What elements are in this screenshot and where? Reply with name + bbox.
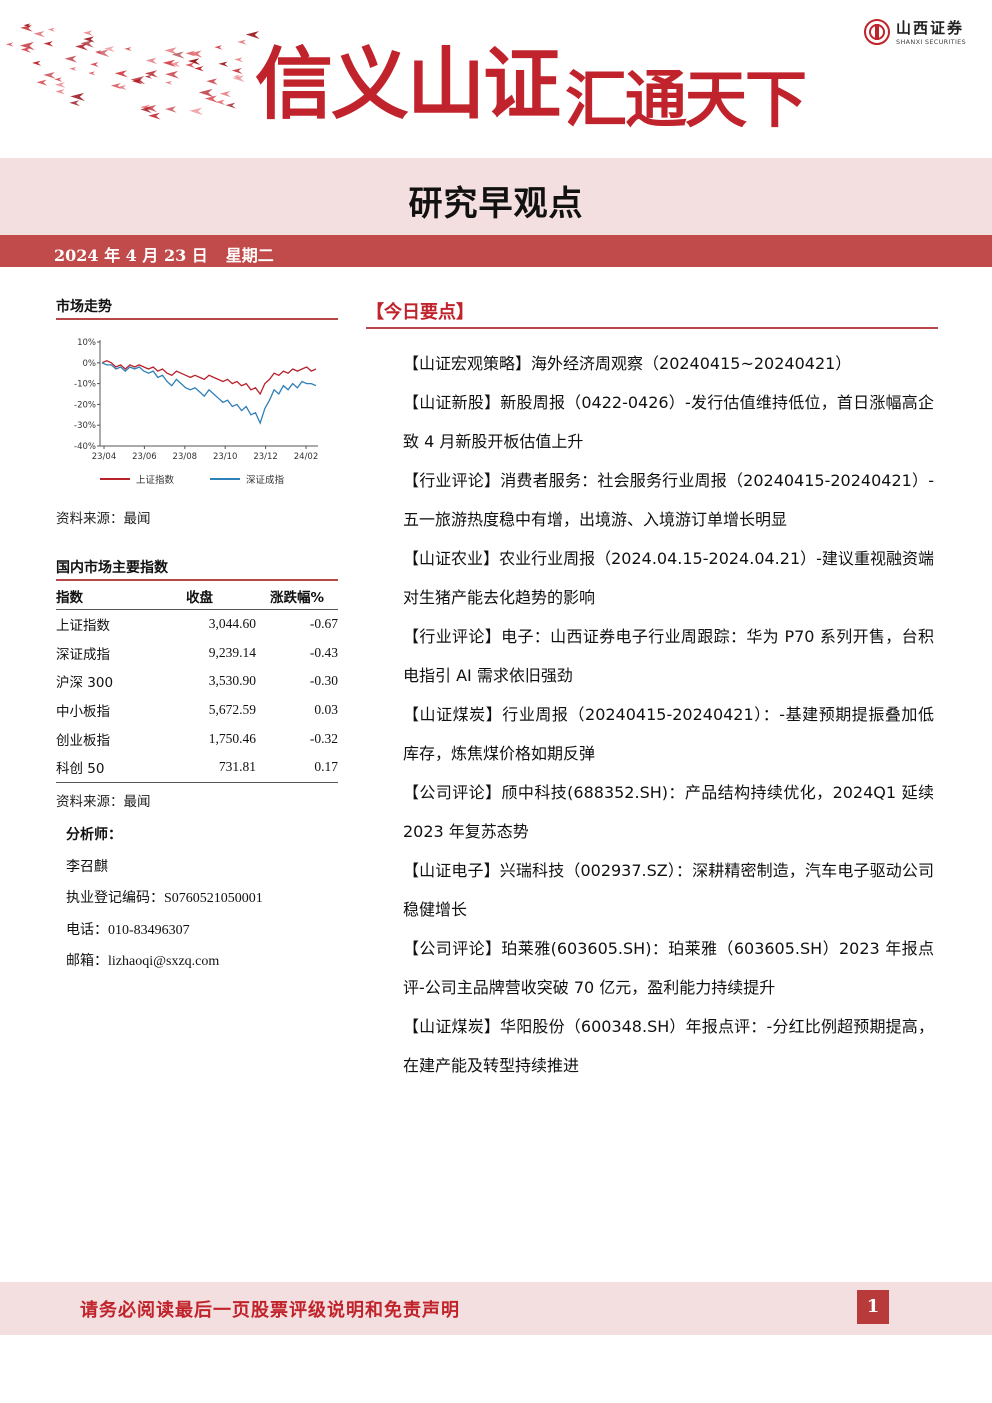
y-tick-label: 0% (83, 359, 97, 369)
page-title: 研究早观点 (408, 184, 584, 224)
table-row: 创业板指 1,750.46 -0.32 (56, 724, 338, 753)
index-close: 5,672.59 (208, 702, 256, 718)
x-tick-label: 24/02 (294, 452, 319, 462)
market-trend-chart: 10% 0% -10% -20% -30% -40%23/04 23/06 23/08 23/1… (74, 338, 319, 486)
index-close: 731.81 (218, 759, 256, 775)
table-row: 沪深 300 3,530.90 -0.30 (56, 667, 338, 696)
index-name: 深证成指 (56, 646, 110, 663)
news-item[interactable]: 【山证煤炭】华阳股份（600348.SH）年报点评：-分红比例超预期提高，在建产… (403, 1007, 934, 1085)
disclaimer-notice: 请务必阅读最后一页股票评级说明和免责声明 (80, 1300, 460, 1321)
email-link[interactable]: lizhaoqi@sxzq.com (108, 954, 219, 969)
news-item[interactable]: 【山证农业】农业行业周报（2024.04.15-2024.04.21）-建议重视… (403, 539, 934, 617)
slogan-part2: 汇通天下 (565, 63, 807, 136)
news-tag: 【山证电子】 (403, 861, 500, 880)
divider (56, 579, 338, 581)
logo-name: 山西证券 (896, 19, 965, 37)
table-row: 深证成指 9,239.14 -0.43 (56, 639, 338, 668)
index-name: 上证指数 (56, 618, 110, 635)
company-logo: 山西证券 SHANXI SECURITIES (864, 17, 966, 46)
index-change: 0.17 (314, 759, 338, 775)
y-tick-label: -20% (74, 400, 96, 410)
news-item[interactable]: 【公司评论】颀中科技(688352.SH)：产品结构持续优化，2024Q1 延续… (403, 773, 934, 851)
x-tick-label: 23/10 (213, 452, 238, 462)
bird-flock (5, 23, 260, 120)
y-tick-label: -30% (74, 421, 96, 431)
analyst-info: 分析师： 李召麒 执业登记编码：S0760521050001 电话：010-83… (66, 820, 263, 978)
table-row: 上证指数 3,044.60 -0.67 (56, 610, 338, 639)
index-name: 沪深 300 (56, 675, 114, 692)
news-text: 海外经济周观察（20240415~20240421） (531, 354, 852, 373)
indices-heading: 国内市场主要指数 (56, 560, 168, 576)
slogan: 信义山证汇通天下 (255, 22, 807, 136)
chart-source: 资料来源：最闻 (56, 511, 151, 527)
news-tag: 【山证煤炭】 (403, 1017, 501, 1036)
table-source: 资料来源：最闻 (56, 794, 151, 810)
news-tag: 【公司评论】 (403, 939, 502, 958)
index-change: -0.32 (309, 730, 338, 746)
y-tick-label: -10% (74, 380, 96, 390)
analyst-heading: 分析师： (66, 827, 122, 843)
market-trend-heading: 市场走势 (56, 299, 112, 315)
indices-table: 指数 收盘 涨跌幅% 上证指数 3,044.60 -0.67 深证成指 9,23… (56, 583, 338, 783)
today-highlights-heading: 【今日要点】 (366, 302, 474, 323)
phone-value: 010-83496307 (108, 922, 190, 938)
column-header-index: 指数 (56, 590, 83, 606)
flying-birds-decoration (5, 23, 260, 120)
x-tick-label: 23/08 (173, 452, 198, 462)
news-tag: 【山证煤炭】 (403, 705, 503, 724)
index-name: 科创 50 (56, 761, 105, 778)
table-row: 中小板指 5,672.59 0.03 (56, 696, 338, 725)
index-change: -0.67 (309, 616, 338, 632)
column-header-change: 涨跌幅% (270, 590, 325, 606)
news-item[interactable]: 【公司评论】珀莱雅(603605.SH)：珀莱雅（603605.SH）2023 … (403, 929, 934, 1007)
report-date: 2024 年 4 月 23 日星期二 (54, 242, 274, 266)
x-tick-label: 23/06 (132, 452, 157, 462)
index-close: 3,044.60 (208, 616, 256, 632)
logo-mark-icon (864, 18, 891, 45)
index-close: 3,530.90 (208, 673, 256, 689)
index-change: 0.03 (314, 702, 338, 718)
news-tag: 【山证新股】 (403, 393, 501, 412)
news-tag: 【山证宏观策略】 (403, 354, 532, 373)
divider (366, 327, 938, 329)
date-value: 2024 年 4 月 23 日 (54, 246, 208, 265)
news-item[interactable]: 【山证电子】兴瑞科技（002937.SZ）：深耕精密制造，汽车电子驱动公司稳健增… (403, 851, 934, 929)
index-name: 创业板指 (56, 732, 110, 749)
index-close: 9,239.14 (208, 644, 256, 660)
table-row: 科创 50 731.81 0.17 (56, 753, 338, 782)
news-item[interactable]: 【行业评论】消费者服务：社会服务行业周报（20240415-20240421）-… (403, 461, 934, 539)
news-tag: 【公司评论】 (403, 783, 502, 802)
email-label: 邮箱： (66, 953, 108, 970)
phone-label: 电话： (66, 921, 108, 938)
news-item[interactable]: 【行业评论】电子：山西证券电子行业周跟踪：华为 P70 系列开售，台积电指引 A… (403, 617, 934, 695)
news-tag: 【行业评论】 (403, 627, 502, 646)
reg-label: 执业登记编码： (66, 890, 164, 907)
column-header-close: 收盘 (186, 590, 213, 606)
legend-label: 上证指数 (136, 474, 175, 486)
x-tick-label: 23/12 (253, 452, 278, 462)
news-list: 【山证宏观策略】海外经济周观察（20240415~20240421） 【山证新股… (403, 344, 934, 1085)
news-item[interactable]: 【山证煤炭】行业周报（20240415-20240421）：-基建预期提振叠加低… (403, 695, 934, 773)
table-header-row: 指数 收盘 涨跌幅% (56, 583, 338, 610)
index-name: 中小板指 (56, 704, 110, 721)
reg-value: S0760521050001 (164, 891, 263, 907)
index-change: -0.43 (309, 644, 338, 660)
divider (56, 318, 338, 320)
slogan-part1: 信义山证 (255, 40, 561, 130)
y-tick-label: 10% (77, 338, 96, 348)
analyst-name: 李召麒 (66, 858, 108, 875)
y-tick-label: -40% (74, 442, 96, 452)
news-tag: 【山证农业】 (403, 549, 500, 568)
news-item[interactable]: 【山证宏观策略】海外经济周观察（20240415~20240421） (403, 344, 934, 383)
index-change: -0.30 (309, 673, 338, 689)
news-item[interactable]: 【山证新股】新股周报（0422-0426）-发行估值维持低位，首日涨幅高企致 4… (403, 383, 934, 461)
news-tag: 【行业评论】 (403, 471, 501, 490)
index-close: 1,750.46 (208, 730, 256, 746)
x-tick-label: 23/04 (92, 452, 117, 462)
legend-label: 深证成指 (246, 474, 285, 486)
weekday: 星期二 (225, 246, 274, 265)
page-number: 1 (857, 1290, 889, 1324)
logo-en: SHANXI SECURITIES (896, 38, 966, 46)
